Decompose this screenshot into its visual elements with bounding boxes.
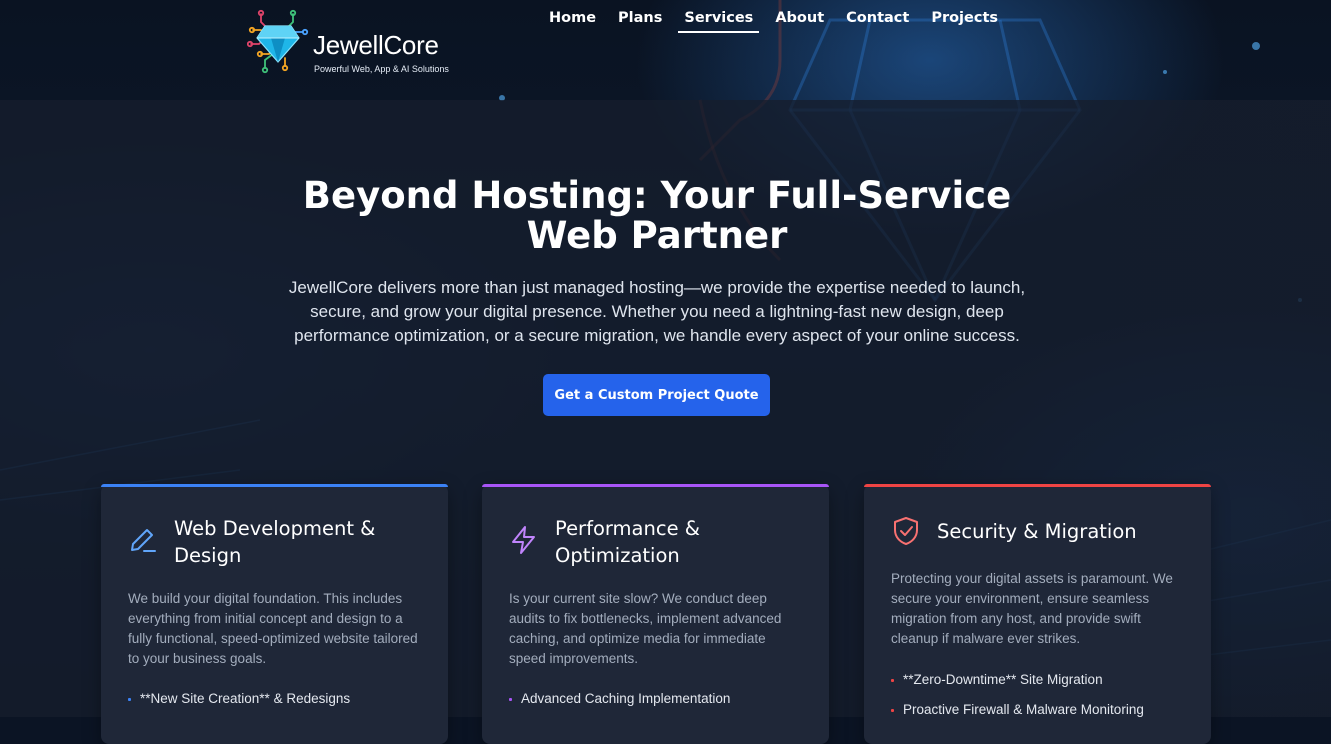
feature-list: **New Site Creation** & Redesigns bbox=[128, 689, 428, 719]
brand-name: JewellCore bbox=[313, 30, 439, 60]
card-description: We build your digital foundation. This i… bbox=[128, 591, 418, 666]
hero-description: JewellCore delivers more than just manag… bbox=[288, 278, 1026, 345]
diamond-logo-icon bbox=[247, 9, 309, 74]
nav-home[interactable]: Home bbox=[542, 8, 603, 30]
card-title-line-2: Optimization bbox=[555, 544, 680, 567]
card-description: Is your current site slow? We conduct de… bbox=[509, 591, 782, 666]
card-title-line-1: Security & Migration bbox=[937, 520, 1137, 543]
card-accent-bar bbox=[482, 484, 829, 487]
card-title-line-1: Web Development & bbox=[174, 517, 376, 540]
site-header: JewellCore Powerful Web, App & AI Soluti… bbox=[0, 0, 1331, 100]
nav-plans[interactable]: Plans bbox=[611, 8, 669, 30]
list-item: **New Site Creation** & Redesigns bbox=[128, 689, 428, 709]
list-item: Proactive Firewall & Malware Monitoring bbox=[891, 700, 1191, 720]
card-accent-bar bbox=[864, 484, 1211, 487]
nav-contact[interactable]: Contact bbox=[839, 8, 916, 30]
hero-title-line-2: Web Partner bbox=[526, 214, 788, 257]
card-title-line-2: Design bbox=[174, 544, 242, 567]
hero-title-line-1: Beyond Hosting: Your Full-Service bbox=[302, 174, 1012, 217]
card-accent-bar bbox=[101, 484, 448, 487]
logo[interactable]: JewellCore Powerful Web, App & AI Soluti… bbox=[247, 8, 477, 78]
card-title: Performance & Optimization bbox=[555, 515, 809, 569]
card-title: Security & Migration bbox=[937, 518, 1191, 545]
lightning-icon bbox=[512, 526, 535, 554]
main-nav: Home Plans Services About Contact Projec… bbox=[542, 8, 1013, 33]
feature-list: Advanced Caching Implementation bbox=[509, 689, 809, 719]
card-title: Web Development & Design bbox=[174, 515, 428, 569]
hero-title: Beyond Hosting: Your Full-Service Web Pa… bbox=[260, 176, 1054, 256]
pencil-icon bbox=[131, 529, 156, 552]
service-card-security: Security & Migration Protecting your dig… bbox=[864, 484, 1211, 744]
shield-check-icon bbox=[894, 517, 918, 545]
list-item: **Zero-Downtime** Site Migration bbox=[891, 670, 1191, 690]
card-description: Protecting your digital assets is paramo… bbox=[891, 571, 1173, 646]
feature-list: **Zero-Downtime** Site Migration Proacti… bbox=[891, 670, 1191, 730]
brand-tagline: Powerful Web, App & AI Solutions bbox=[314, 64, 449, 74]
nav-about[interactable]: About bbox=[768, 8, 831, 30]
nav-projects[interactable]: Projects bbox=[924, 8, 1005, 30]
service-card-web-development: Web Development & Design We build your d… bbox=[101, 484, 448, 744]
list-item: Advanced Caching Implementation bbox=[509, 689, 809, 709]
service-card-performance: Performance & Optimization Is your curre… bbox=[482, 484, 829, 744]
nav-services[interactable]: Services bbox=[677, 8, 760, 33]
get-quote-button[interactable]: Get a Custom Project Quote bbox=[543, 374, 770, 416]
card-title-line-1: Performance & bbox=[555, 517, 700, 540]
